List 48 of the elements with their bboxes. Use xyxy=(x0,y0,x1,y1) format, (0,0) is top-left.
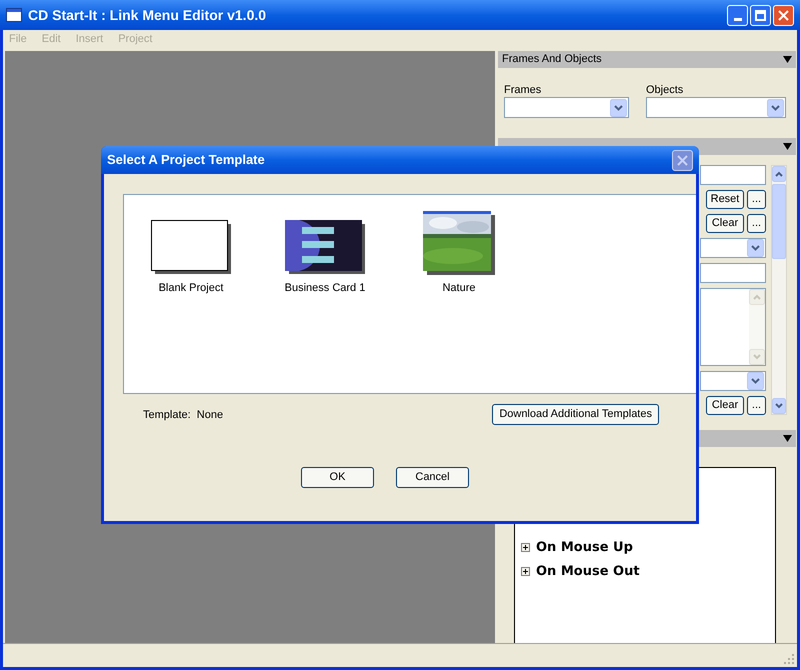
expand-icon[interactable] xyxy=(521,543,530,552)
vertical-scrollbar[interactable] xyxy=(771,165,787,415)
collapse-arrow-icon xyxy=(783,55,792,64)
template-status: Template: None xyxy=(143,408,224,423)
maximize-button[interactable] xyxy=(750,4,771,26)
action-button[interactable]: Clear xyxy=(706,214,744,233)
dropdown-field[interactable] xyxy=(700,238,766,258)
input-field[interactable] xyxy=(700,263,766,283)
resize-grip-icon[interactable] xyxy=(783,653,795,665)
minimize-icon xyxy=(734,18,742,20)
ok-button[interactable]: OK xyxy=(301,467,374,488)
section-title: Frames And Objects xyxy=(502,52,602,68)
action-button[interactable]: Clear xyxy=(706,396,744,415)
window-title: CD Start-It : Link Menu Editor v1.0.0 xyxy=(28,6,268,24)
scroll-thumb[interactable] xyxy=(772,184,786,259)
close-icon xyxy=(677,154,688,166)
event-item[interactable]: On Mouse Out xyxy=(536,562,640,581)
browse-button[interactable]: ... xyxy=(747,214,766,233)
event-item[interactable]: On Mouse Up xyxy=(536,538,633,558)
collapse-arrow-icon xyxy=(783,434,792,443)
expand-icon[interactable] xyxy=(521,566,530,576)
window-icon xyxy=(6,8,22,22)
template-name: Nature xyxy=(442,281,476,296)
template-item[interactable]: Business Card 1 xyxy=(258,207,392,296)
close-icon xyxy=(778,10,789,20)
template-name: Blank Project xyxy=(158,281,224,296)
dropdown-field[interactable] xyxy=(646,97,786,118)
template-name: Business Card 1 xyxy=(284,281,366,296)
action-button[interactable]: Reset xyxy=(706,190,744,209)
minimize-button[interactable] xyxy=(727,4,748,26)
scroll-up-icon[interactable] xyxy=(772,166,786,182)
download-templates-button[interactable]: Download Additional Templates xyxy=(492,404,659,425)
collapse-arrow-icon xyxy=(783,142,792,151)
dialog-title: Select A Project Template xyxy=(107,151,266,170)
maximize-icon xyxy=(755,10,766,20)
browse-button[interactable]: ... xyxy=(747,190,766,209)
template-item[interactable]: Nature xyxy=(392,207,526,296)
dropdown-field[interactable] xyxy=(700,371,766,391)
browse-button[interactable]: ... xyxy=(747,396,766,415)
cancel-button[interactable]: Cancel xyxy=(396,467,469,488)
input-field[interactable] xyxy=(700,165,766,185)
close-button[interactable] xyxy=(672,150,693,170)
field-label: Objects xyxy=(646,84,684,97)
template-item[interactable]: Blank Project xyxy=(124,207,258,296)
dropdown-field[interactable] xyxy=(504,97,629,118)
field-label: Frames xyxy=(504,84,542,97)
blank-page-icon xyxy=(150,220,232,275)
scroll-down-icon[interactable] xyxy=(772,398,786,414)
